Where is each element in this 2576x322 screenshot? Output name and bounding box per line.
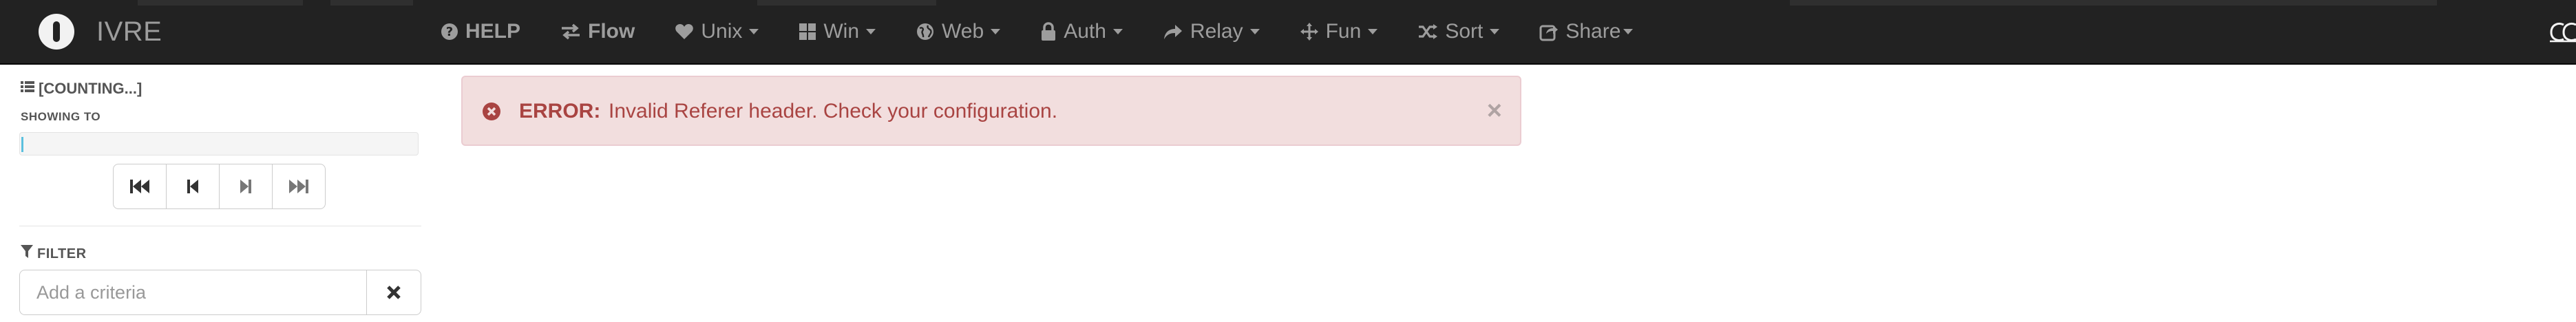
- pagination: [113, 164, 326, 209]
- nav-item-help[interactable]: ? HELP: [441, 0, 520, 63]
- globe-icon: [916, 22, 935, 41]
- chevron-down-icon: [866, 29, 876, 34]
- nav-item-win[interactable]: Win: [799, 0, 876, 63]
- next-page-button[interactable]: [219, 164, 273, 209]
- brand-name: IVRE: [96, 16, 162, 47]
- top-navbar: IVRE ? HELP Flow Unix Win Web Auth Relay…: [0, 0, 2576, 65]
- chevron-down-icon: [1490, 29, 1500, 34]
- random-arrows-icon: [560, 23, 581, 41]
- chevron-down-icon: [1249, 29, 1260, 34]
- share-arrow-icon: [1163, 23, 1183, 41]
- nav-item-relay[interactable]: Relay: [1163, 0, 1260, 63]
- nav-label: Sort: [1445, 20, 1484, 43]
- filter-input-group: [19, 270, 421, 315]
- nav-label: Unix: [701, 20, 743, 43]
- nav-label: HELP: [465, 20, 521, 43]
- clear-filter-button[interactable]: [366, 270, 421, 315]
- first-page-button[interactable]: [113, 164, 167, 209]
- nav-label: Web: [942, 20, 984, 43]
- lock-icon: [1040, 22, 1057, 41]
- result-count: [COUNTING...]: [21, 80, 142, 98]
- move-icon: [1300, 22, 1319, 41]
- windows-icon: [799, 23, 816, 41]
- external-share-icon: [1539, 22, 1559, 41]
- progress-fill: [21, 137, 23, 152]
- shuffle-icon: [1417, 23, 1438, 41]
- nav-label: Share: [1565, 20, 1621, 43]
- partner-logo-icon[interactable]: [2548, 21, 2576, 44]
- filter-heading: FILTER: [21, 245, 87, 263]
- step-backward-icon: [187, 180, 198, 193]
- nav-label: Relay: [1190, 20, 1243, 43]
- chevron-down-icon: [1112, 29, 1123, 34]
- nav-item-sort[interactable]: Sort: [1417, 0, 1500, 63]
- nav-item-share[interactable]: Share: [1539, 0, 1634, 63]
- brand[interactable]: IVRE: [39, 14, 162, 50]
- sidebar: [COUNTING...] SHOWING TO FILTER: [0, 65, 441, 322]
- nav-item-fun[interactable]: Fun: [1300, 0, 1378, 63]
- chevron-down-icon: [1623, 29, 1634, 34]
- previous-page-button[interactable]: [166, 164, 220, 209]
- nav-label: Win: [823, 20, 860, 43]
- fast-forward-icon: [289, 180, 308, 193]
- close-icon: [387, 286, 401, 299]
- main-nav: ? HELP Flow Unix Win Web Auth Relay Fun …: [441, 0, 1634, 63]
- count-text: [COUNTING...]: [39, 80, 142, 97]
- fast-backward-icon: [130, 180, 149, 193]
- question-circle-icon: ?: [441, 23, 458, 41]
- list-icon: [21, 80, 34, 98]
- step-forward-icon: [240, 180, 251, 193]
- alert-title: ERROR:: [519, 100, 601, 122]
- nav-label: Flow: [588, 20, 635, 43]
- alert-close-button[interactable]: ×: [1487, 98, 1502, 124]
- chevron-down-icon: [749, 29, 759, 34]
- nav-item-flow[interactable]: Flow: [560, 0, 635, 63]
- svg-text:?: ?: [446, 25, 453, 39]
- filter-icon: [21, 245, 33, 263]
- nav-item-auth[interactable]: Auth: [1040, 0, 1123, 63]
- error-alert: ERROR: Invalid Referer header. Check you…: [461, 76, 1521, 146]
- chevron-down-icon: [991, 29, 1001, 34]
- nav-label: Fun: [1325, 20, 1362, 43]
- error-circle-icon: [482, 102, 501, 125]
- last-page-button[interactable]: [272, 164, 326, 209]
- nav-item-unix[interactable]: Unix: [675, 0, 759, 63]
- filter-label: FILTER: [37, 246, 87, 261]
- showing-label: SHOWING TO: [21, 110, 101, 123]
- nav-item-web[interactable]: Web: [916, 0, 1001, 63]
- ivre-logo-icon: [39, 14, 74, 50]
- filter-input[interactable]: [19, 270, 366, 315]
- nav-label: Auth: [1064, 20, 1106, 43]
- results-progress-bar: [19, 132, 419, 155]
- chevron-down-icon: [1368, 29, 1378, 34]
- alert-message: Invalid Referer header. Check your confi…: [609, 100, 1058, 122]
- heart-icon: [675, 23, 694, 41]
